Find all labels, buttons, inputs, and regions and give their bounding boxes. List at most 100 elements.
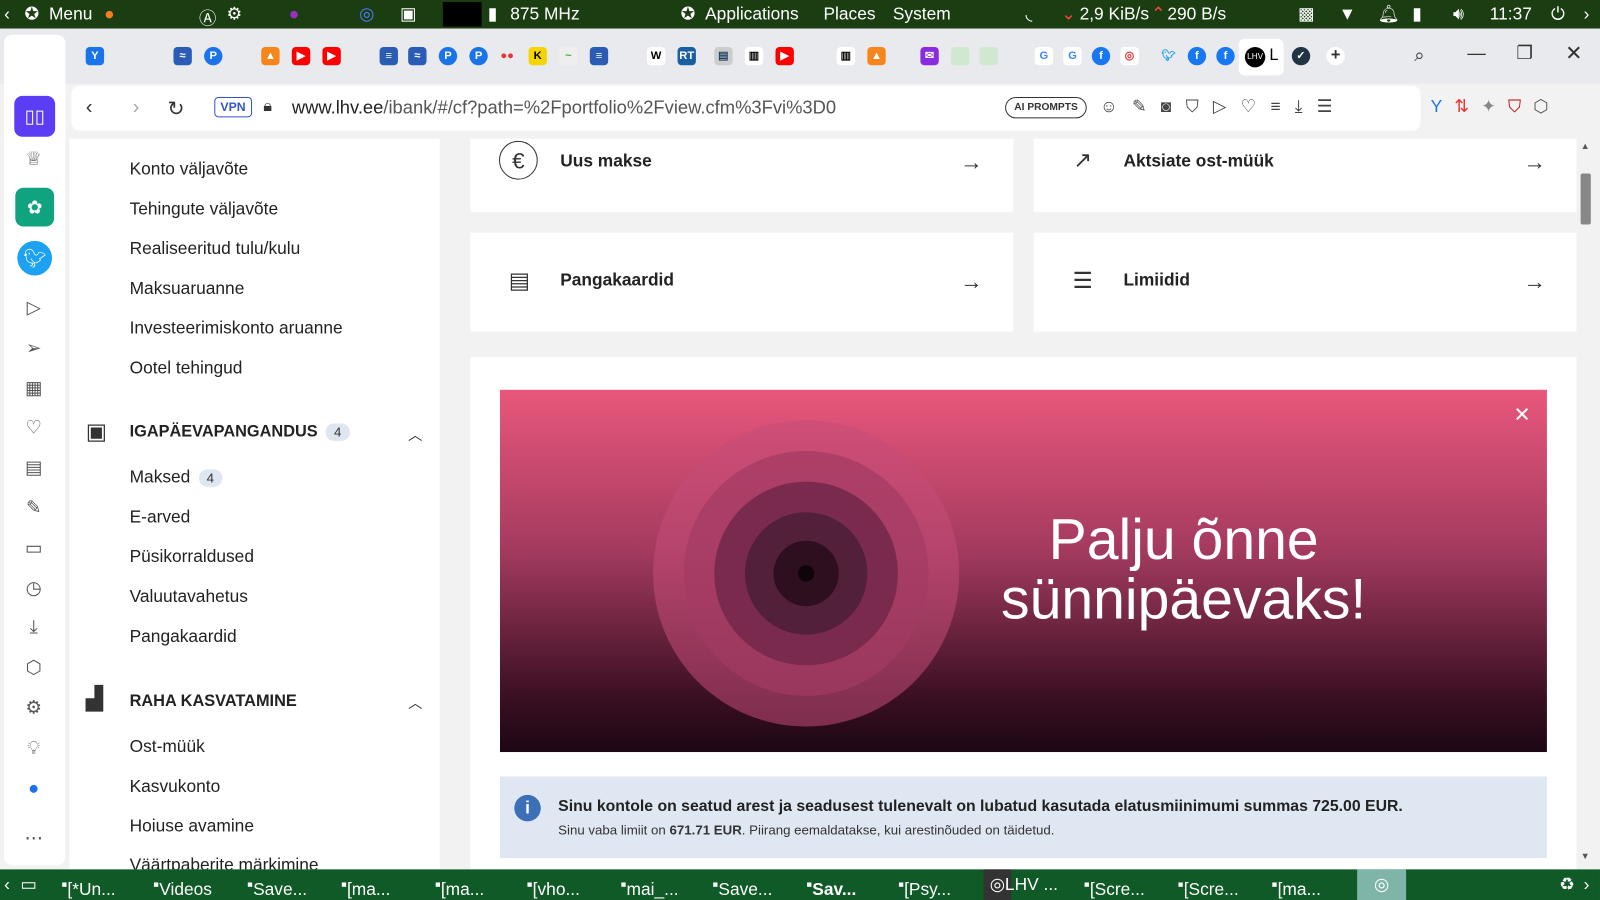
extension-icons[interactable]: Y⇅✦⛉⬡ [1431, 97, 1561, 117]
tab-icon[interactable]: ✓ [1291, 46, 1311, 66]
tab-icon[interactable]: ▤ [714, 46, 733, 66]
settings-icon[interactable]: ⚙ [22, 696, 44, 718]
more-icon[interactable]: ⋯ [22, 827, 44, 849]
taskbar-item[interactable]: ▪ Sav... [806, 874, 856, 898]
taskbar-item[interactable]: ▪ Save... [247, 874, 307, 898]
vpn-badge[interactable]: VPN [214, 96, 252, 118]
taskbar-item[interactable]: ▪ mai_... [620, 874, 678, 898]
panel-right-arrow[interactable]: › [1584, 4, 1590, 24]
tab-icon[interactable]: ▥ [836, 46, 856, 66]
close-banner-button[interactable]: ✕ [1513, 402, 1530, 428]
player-icon[interactable]: ▷ [22, 296, 44, 318]
menu-e-arved[interactable]: E-arved [130, 507, 191, 527]
section-igapaevapangandus[interactable]: IGAPÄEVAPANGANDUS 4 [130, 423, 350, 441]
show-desktop-icon[interactable]: ▭ [20, 874, 36, 894]
search-app-icon[interactable]: Ⓐ [199, 4, 216, 30]
tab-icon[interactable]: ▲ [867, 46, 886, 66]
section-raha-kasvatamine[interactable]: RAHA KASVATAMINE [130, 693, 297, 711]
tab-icon[interactable]: ≡ [379, 46, 398, 66]
twitter-icon[interactable]: 🐦︎ [17, 240, 53, 276]
menu-pusikorraldused[interactable]: Püsikorraldused [130, 547, 254, 567]
taskbar-item[interactable]: ▪ [ma... [1271, 874, 1321, 898]
power-icon[interactable]: ⏻ [1551, 4, 1565, 24]
battery-icon[interactable]: ▮ [1412, 4, 1422, 24]
tab-icon[interactable] [951, 46, 970, 66]
google-tab-icon[interactable]: G [1063, 46, 1082, 66]
active-tab-lhv[interactable]: LHV L [1238, 38, 1284, 76]
card-aktsiate-ost-muuk[interactable]: ↗ Aktsiate ost-müük → [1033, 138, 1577, 213]
send-icon[interactable]: ➢ [22, 337, 44, 359]
minimize-button[interactable]: — [1467, 43, 1485, 64]
taskbar-item[interactable]: ▪ [*Un... [61, 874, 115, 898]
tab-icon[interactable]: ≈ [173, 46, 192, 66]
restore-button[interactable]: ❐ [1516, 43, 1532, 64]
menu-tehingute-valjavote[interactable]: Tehingute väljavõte [130, 199, 279, 219]
tab-icon[interactable]: ▲ [261, 46, 280, 66]
tips-icon[interactable]: 💡︎ [22, 737, 44, 759]
menu-pangakaardid[interactable]: Pangakaardid [130, 627, 237, 647]
menu-hoiuse-avamine[interactable]: Hoiuse avamine [130, 816, 254, 836]
downloads-icon[interactable]: ⤓ [22, 615, 44, 637]
scroll-down-arrow[interactable]: ▼ [1581, 851, 1590, 861]
wikipedia-tab-icon[interactable]: W [646, 46, 666, 66]
facebook-tab-icon[interactable]: f [1091, 46, 1111, 66]
taskbar-item[interactable]: ▪ [vho... [527, 874, 580, 898]
terminal-icon[interactable]: ▣ [400, 4, 416, 24]
card-uus-makse[interactable]: € Uus makse → [470, 138, 1014, 213]
volume-icon[interactable]: 🔊︎ [1453, 4, 1464, 24]
menu-investeerimiskonto[interactable]: Investeerimiskonto aruanne [130, 318, 343, 338]
speed-dial-icon[interactable]: ▦ [22, 377, 44, 399]
network-icon[interactable]: ▼ [1339, 4, 1356, 24]
menu-ootel-tehingud[interactable]: Ootel tehingud [130, 358, 243, 378]
menu-valuutavahetus[interactable]: Valuutavahetus [130, 587, 248, 607]
new-tab-button[interactable]: + [1326, 46, 1345, 66]
tabs-icon[interactable]: ▭ [22, 537, 44, 559]
tab-icon[interactable]: ≡ [589, 46, 609, 66]
scroll-up-arrow[interactable]: ▲ [1581, 141, 1590, 151]
card-limiidid[interactable]: ☰ Limiidid → [1033, 232, 1577, 332]
crown-icon[interactable]: ♕ [22, 147, 44, 169]
menu-vaartpaberite-markimine[interactable]: Väärtpaberite märkimine [130, 855, 319, 869]
taskbar-left-arrow[interactable]: ‹ [4, 874, 10, 894]
menu-kasvukonto[interactable]: Kasvukonto [130, 777, 221, 797]
menu-konto-valjavote[interactable]: Konto väljavõte [130, 159, 249, 179]
ai-prompts-button[interactable]: AI PROMPTS [1005, 96, 1087, 119]
url-field[interactable]: www.lhv.ee/ibank/#/cf?path=%2Fportfolio%… [292, 97, 836, 118]
tab-icon[interactable]: ~ [559, 46, 578, 66]
chatgpt-icon[interactable]: ✿ [15, 187, 55, 227]
tab-icon[interactable]: K [528, 46, 547, 66]
taskbar-item[interactable]: ▪ [Scre... [1084, 874, 1145, 898]
reader-icon[interactable]: ▯▯ [14, 95, 56, 137]
menu-maksuaruanne[interactable]: Maksuaruanne [130, 279, 245, 299]
taskbar-item[interactable]: ▪ [Scre... [1178, 874, 1239, 898]
taskbar-right-arrow[interactable]: › [1584, 874, 1590, 894]
chevron-up-icon[interactable]: ︿ [408, 424, 422, 444]
tab-icon[interactable]: ▥ [744, 46, 764, 66]
lock-icon[interactable]: 🔒︎ [263, 98, 272, 116]
pinboard-icon[interactable]: ✎ [22, 496, 44, 518]
trash-icon[interactable]: ♻ [1559, 874, 1575, 894]
taskbar-item[interactable]: ▪ [ma... [341, 874, 391, 898]
menu-ost-muuk[interactable]: Ost-müük [130, 737, 205, 757]
back-button[interactable]: ‹ [86, 96, 93, 119]
tab-icon[interactable]: ●● [498, 47, 516, 65]
tab-icon[interactable] [979, 46, 998, 66]
opera-icon[interactable]: ◎ [359, 4, 374, 24]
notifications-icon[interactable]: 🔔︎ [1378, 4, 1400, 24]
audio-app-icon[interactable]: ▩ [1298, 4, 1314, 24]
taskbar-item[interactable]: ▪ Videos [153, 874, 212, 898]
menu-realiseeritud[interactable]: Realiseeritud tulu/kulu [130, 239, 301, 259]
history-icon[interactable]: ◷ [22, 577, 44, 599]
youtube-tab-icon[interactable]: ▶ [291, 46, 311, 66]
youtube-tab-icon[interactable]: ▶ [775, 46, 794, 66]
google-tab-icon[interactable]: G [1034, 46, 1054, 66]
settings-gears-icon[interactable]: ⚙ [227, 4, 243, 24]
workspace-switcher[interactable]: ◎ [1357, 869, 1407, 900]
menu-button[interactable]: Menu [49, 4, 92, 24]
heart-icon[interactable]: ♡ [22, 416, 44, 438]
taskbar-item[interactable]: ▪ [ma... [435, 874, 485, 898]
chevron-up-icon[interactable]: ︿ [408, 693, 422, 713]
system-menu[interactable]: System [893, 4, 951, 24]
news-icon[interactable]: ▤ [22, 456, 44, 478]
tab-icon[interactable]: Y [85, 46, 105, 66]
